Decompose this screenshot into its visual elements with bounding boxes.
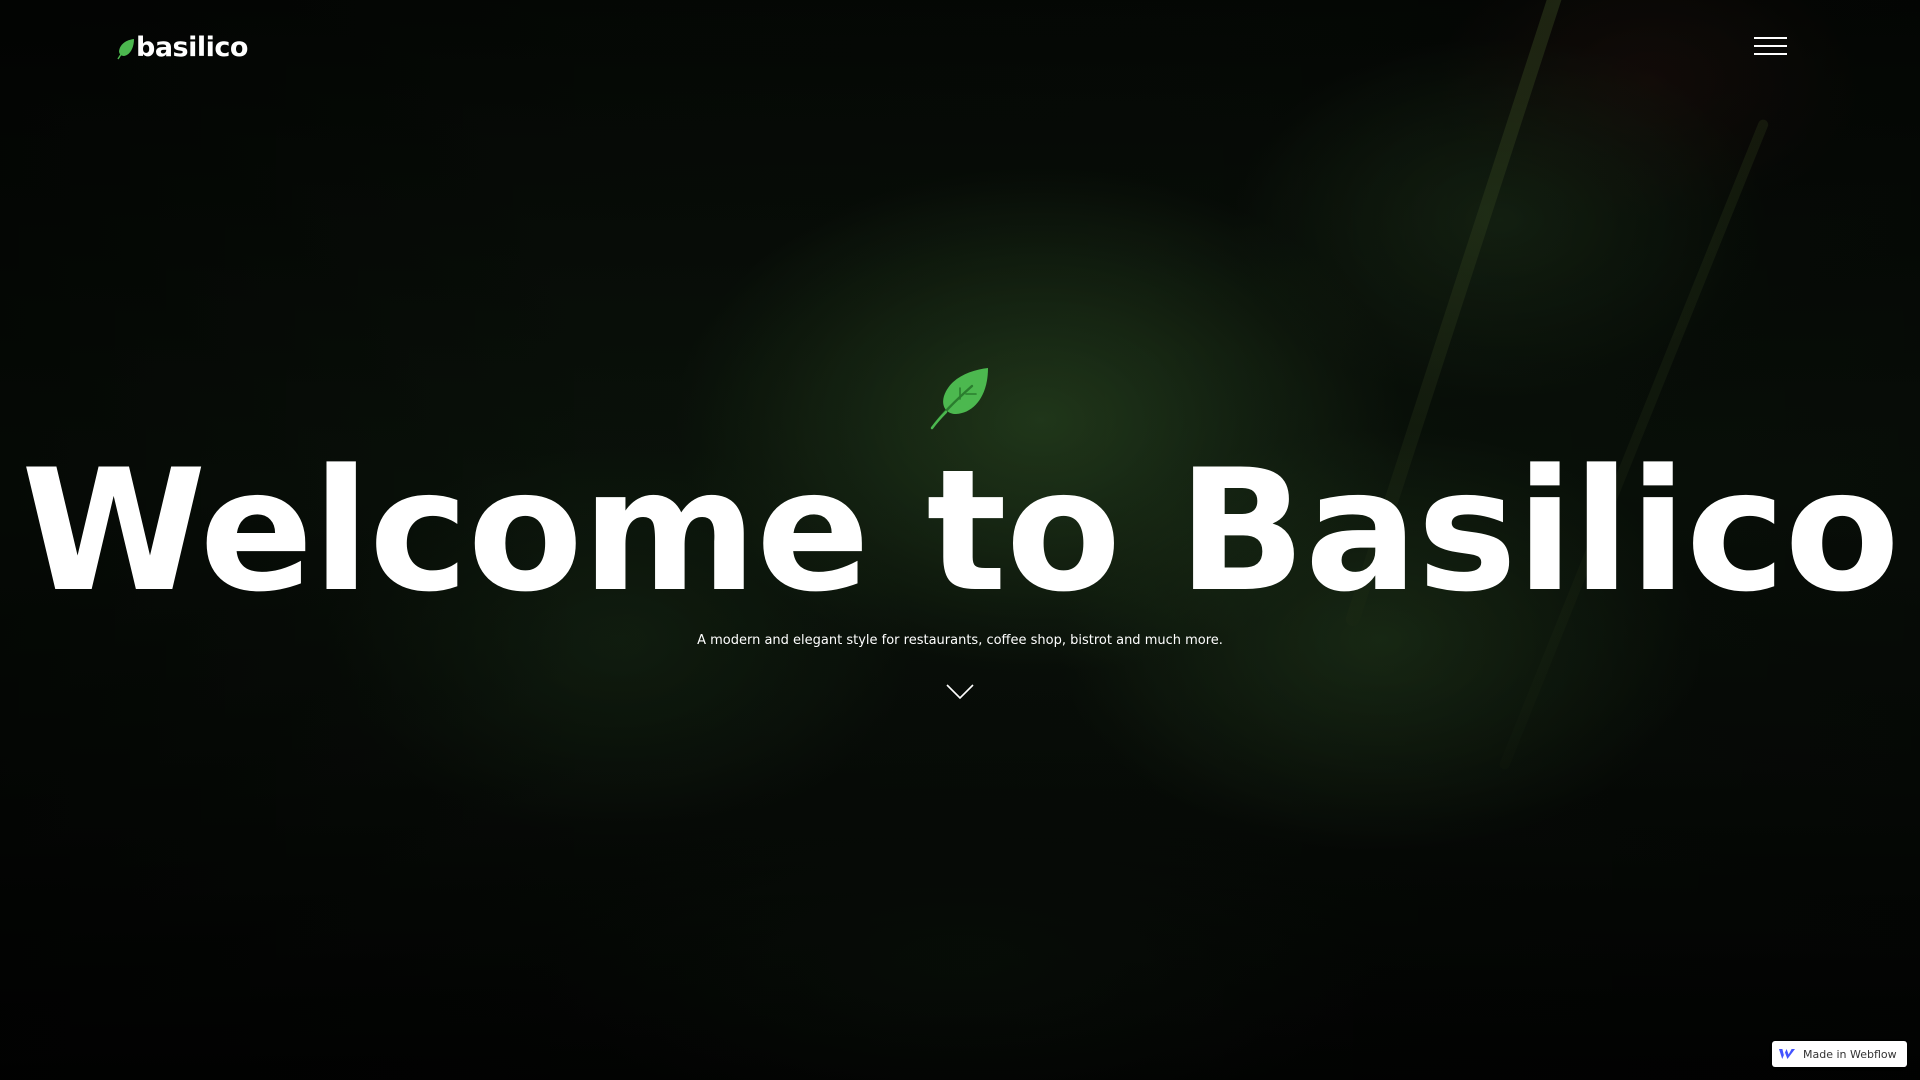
webflow-logo-icon	[1779, 1049, 1795, 1059]
chevron-down-icon	[946, 684, 974, 700]
scroll-down-button[interactable]	[946, 683, 974, 701]
made-in-webflow-label: Made in Webflow	[1803, 1047, 1897, 1061]
hero-section: Welcome to Basilico A modern and elegant…	[0, 0, 1920, 1080]
hero-subtitle: A modern and elegant style for restauran…	[697, 633, 1223, 648]
hero-title: Welcome to Basilico	[21, 433, 1900, 629]
made-in-webflow-badge[interactable]: Made in Webflow	[1772, 1041, 1907, 1067]
leaf-icon	[930, 368, 988, 430]
